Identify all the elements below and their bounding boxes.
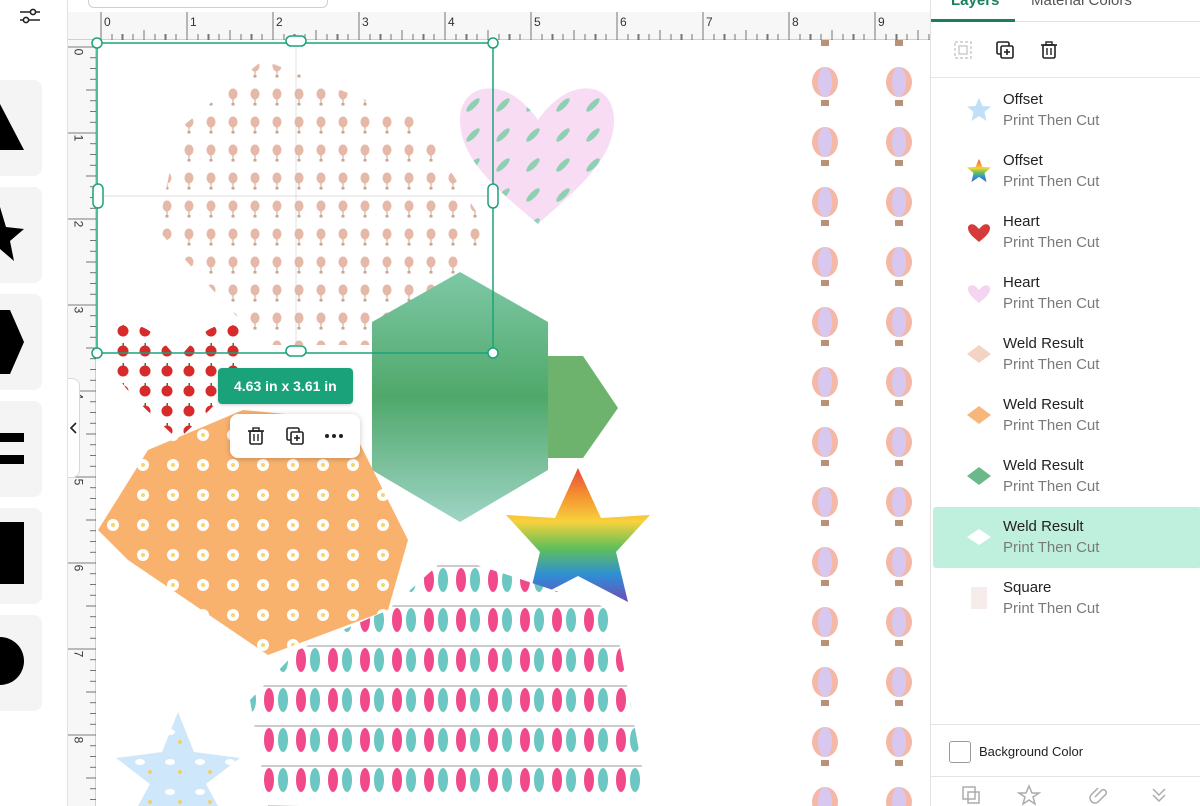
weld-thumb-icon — [967, 345, 991, 363]
chevron-left-icon — [69, 422, 77, 434]
design-space-app: 0123456789 012345678 — [0, 0, 1200, 806]
layers-list: Offset Print Then Cut Offset Print Then … — [931, 80, 1200, 629]
layer-name: Weld Result — [1003, 457, 1084, 474]
trash-icon — [247, 427, 264, 445]
star-blue — [116, 712, 240, 806]
layer-row[interactable]: Heart Print Then Cut — [933, 263, 1200, 324]
delete-button[interactable] — [241, 421, 271, 451]
heart-pink — [460, 88, 614, 224]
layer-name: Heart — [1003, 274, 1040, 291]
duplicate-icon — [286, 427, 304, 445]
layer-operation: Print Then Cut — [1003, 112, 1100, 129]
star-thumb-icon — [967, 98, 991, 121]
layer-actions — [931, 22, 1200, 78]
flatten-icon[interactable] — [1147, 783, 1171, 806]
layers-panel: Layers Material Colors Offset Print Then… — [930, 0, 1200, 806]
more-button[interactable] — [319, 421, 349, 451]
layer-operation: Print Then Cut — [1003, 417, 1100, 434]
size-badge: 4.63 in x 3.61 in — [218, 368, 353, 404]
layer-row[interactable]: Square Print Then Cut — [933, 568, 1200, 629]
attach-icon[interactable] — [1087, 783, 1111, 806]
shapes-panel — [0, 0, 68, 806]
slice-icon[interactable] — [959, 783, 983, 806]
delete-layer-button[interactable] — [1035, 36, 1063, 64]
canvas-artwork — [91, 35, 930, 806]
panel-tabs: Layers Material Colors — [931, 0, 1200, 22]
shape-star[interactable] — [0, 187, 42, 283]
duplicate-layer-button[interactable] — [991, 36, 1019, 64]
collapse-panel-button[interactable] — [68, 378, 80, 478]
context-toolbar — [230, 414, 360, 458]
layer-operation: Print Then Cut — [1003, 173, 1100, 190]
layer-operation: Print Then Cut — [1003, 478, 1100, 495]
layer-name: Offset — [1003, 91, 1043, 108]
layer-operation: Print Then Cut — [1003, 295, 1100, 312]
layer-operation: Print Then Cut — [1003, 539, 1100, 556]
background-color-checkbox[interactable] — [949, 741, 971, 763]
bottom-tools — [931, 776, 1200, 806]
balloon-pattern-strip — [804, 40, 930, 806]
layer-name: Heart — [1003, 213, 1040, 230]
hexagon-icon — [0, 310, 24, 374]
heart-thumb-icon — [968, 224, 990, 242]
filter-button[interactable] — [16, 4, 44, 28]
shape-semicircle[interactable] — [0, 615, 42, 711]
heart-thumb-icon — [968, 285, 990, 303]
background-color-label: Background Color — [979, 744, 1084, 759]
layer-row-selected[interactable]: Weld Result Print Then Cut — [933, 507, 1200, 568]
background-color-row: Background Color — [931, 724, 1200, 776]
shape-equals[interactable] — [0, 401, 42, 497]
layer-operation: Print Then Cut — [1003, 234, 1100, 251]
trash-icon — [1041, 41, 1057, 59]
layer-operation: Print Then Cut — [1003, 356, 1100, 373]
rectangle-icon — [0, 522, 24, 584]
combine-icon[interactable] — [1017, 783, 1041, 806]
more-icon — [325, 434, 344, 438]
layer-name: Weld Result — [1003, 518, 1084, 535]
weld-thumb-icon — [967, 467, 991, 485]
shape-hexagon[interactable] — [0, 294, 42, 390]
ungroup-button[interactable] — [949, 36, 977, 64]
tab-layers[interactable]: Layers — [951, 0, 999, 9]
triangle-icon — [0, 104, 24, 150]
tab-material-colors[interactable]: Material Colors — [1031, 0, 1132, 9]
layer-name: Offset — [1003, 152, 1043, 169]
weld-thumb-icon — [967, 406, 991, 424]
square-thumb-icon — [971, 587, 987, 609]
duplicate-button[interactable] — [280, 421, 310, 451]
layer-row[interactable]: Offset Print Then Cut — [933, 80, 1200, 141]
star-thumb-icon — [967, 159, 991, 182]
layer-name: Square — [1003, 579, 1052, 596]
layer-operation: Print Then Cut — [1003, 600, 1100, 617]
layer-name: Weld Result — [1003, 335, 1084, 352]
star-icon — [0, 207, 24, 261]
design-canvas[interactable]: 0123456789 012345678 — [68, 0, 930, 806]
ungroup-icon — [954, 41, 972, 59]
semicircle-icon — [0, 637, 24, 685]
layer-row[interactable]: Weld Result Print Then Cut — [933, 446, 1200, 507]
equals-icon — [0, 433, 24, 464]
shape-rectangle[interactable] — [0, 508, 42, 604]
layer-name: Weld Result — [1003, 396, 1084, 413]
layer-row[interactable]: Offset Print Then Cut — [933, 141, 1200, 202]
duplicate-icon — [996, 41, 1014, 59]
weld-thumb-icon — [967, 529, 991, 545]
layer-row[interactable]: Heart Print Then Cut — [933, 202, 1200, 263]
weld-result-green — [372, 272, 548, 522]
shape-triangle[interactable] — [0, 80, 42, 176]
layer-row[interactable]: Weld Result Print Then Cut — [933, 324, 1200, 385]
sliders-icon — [20, 8, 40, 24]
layer-row[interactable]: Weld Result Print Then Cut — [933, 385, 1200, 446]
